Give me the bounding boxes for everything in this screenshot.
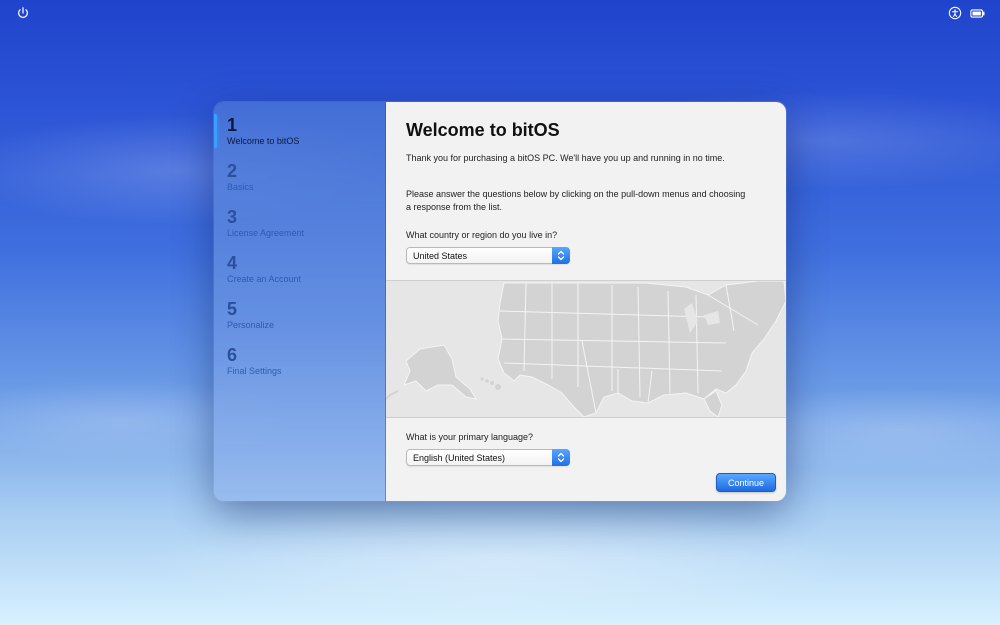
setup-window: 1 Welcome to bitOS 2 Basics 3 License Ag… xyxy=(214,102,786,501)
country-select[interactable]: United States xyxy=(406,247,570,264)
instructions-text: Please answer the questions below by cli… xyxy=(406,189,746,212)
step-license-agreement[interactable]: 3 License Agreement xyxy=(214,206,385,246)
step-basics[interactable]: 2 Basics xyxy=(214,160,385,200)
accessibility-icon[interactable] xyxy=(947,5,963,21)
step-label: License Agreement xyxy=(227,228,305,238)
chevron-up-down-icon xyxy=(552,247,570,264)
step-number: 6 xyxy=(227,345,238,365)
region-map xyxy=(386,280,786,418)
step-label: Personalize xyxy=(227,320,275,330)
language-select-value: English (United States) xyxy=(413,453,506,463)
continue-button[interactable]: Continue xyxy=(716,473,776,492)
language-select[interactable]: English (United States) xyxy=(406,449,570,466)
step-label: Create an Account xyxy=(227,274,302,284)
country-select-value: United States xyxy=(413,251,468,261)
setup-content: Welcome to bitOS Thank you for purchasin… xyxy=(386,102,786,501)
step-personalize[interactable]: 5 Personalize xyxy=(214,298,385,338)
step-label: Final Settings xyxy=(227,366,282,376)
setup-steps-sidebar: 1 Welcome to bitOS 2 Basics 3 License Ag… xyxy=(214,102,386,501)
step-number: 5 xyxy=(227,299,238,319)
step-number: 2 xyxy=(227,161,238,181)
step-number: 4 xyxy=(227,253,238,273)
power-icon[interactable] xyxy=(15,5,31,21)
step-label: Basics xyxy=(227,182,254,192)
language-question: What is your primary language? xyxy=(406,432,534,442)
intro-text: Thank you for purchasing a bitOS PC. We'… xyxy=(406,153,725,163)
active-step-indicator xyxy=(214,114,217,148)
usa-map-illustration xyxy=(386,281,786,417)
step-create-account[interactable]: 4 Create an Account xyxy=(214,252,385,292)
step-number: 1 xyxy=(227,115,238,135)
chevron-up-down-icon xyxy=(552,449,570,466)
country-question: What country or region do you live in? xyxy=(406,230,558,240)
step-label: Welcome to bitOS xyxy=(227,136,300,146)
battery-icon[interactable] xyxy=(969,5,987,21)
step-final-settings[interactable]: 6 Final Settings xyxy=(214,344,385,384)
step-number: 3 xyxy=(227,207,238,227)
step-welcome[interactable]: 1 Welcome to bitOS xyxy=(214,114,385,154)
page-title: Welcome to bitOS xyxy=(406,120,560,140)
